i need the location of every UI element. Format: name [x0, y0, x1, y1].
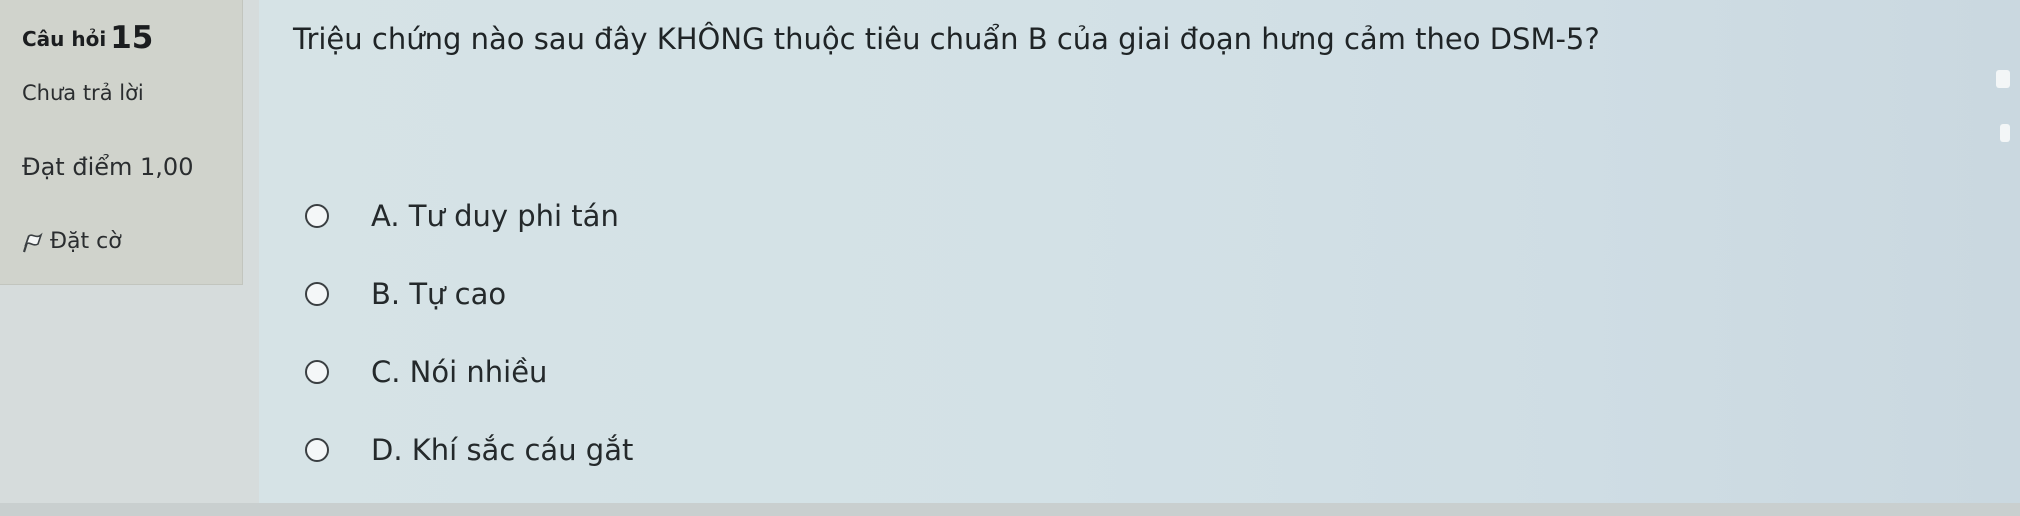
question-content: Triệu chứng nào sau đây KHÔNG thuộc tiêu…	[243, 0, 2020, 516]
option-label-c: C. Nói nhiều	[371, 355, 548, 389]
answer-status: Chưa trả lời	[22, 81, 144, 105]
answer-option-a[interactable]: A. Tư duy phi tán	[305, 196, 633, 236]
question-number-label: Câu hỏi 15	[22, 20, 153, 56]
option-label-a: A. Tư duy phi tán	[371, 199, 619, 233]
question-box: Triệu chứng nào sau đây KHÔNG thuộc tiêu…	[259, 0, 2020, 503]
question-info-panel: Câu hỏi 15 Chưa trả lời Đạt điểm 1,00 Đặt…	[0, 0, 243, 285]
answer-options: A. Tư duy phi tán B. Tự cao C. Nói nhiều…	[305, 196, 633, 508]
radio-d[interactable]	[305, 438, 329, 462]
flag-label: Đặt cờ	[50, 229, 122, 254]
answer-option-b[interactable]: B. Tự cao	[305, 274, 633, 314]
flag-question-button[interactable]: Đặt cờ	[20, 229, 122, 254]
option-label-d: D. Khí sắc cáu gắt	[371, 433, 634, 467]
question-text: Triệu chứng nào sau đây KHÔNG thuộc tiêu…	[293, 22, 1600, 56]
radio-a[interactable]	[305, 204, 329, 228]
question-prefix: Câu hỏi	[22, 27, 107, 51]
bottom-strip	[0, 503, 2020, 516]
radio-b[interactable]	[305, 282, 329, 306]
edge-mark-top	[1996, 70, 2010, 88]
answer-option-d[interactable]: D. Khí sắc cáu gắt	[305, 430, 633, 470]
edge-mark-bottom	[2000, 124, 2010, 142]
question-score: Đạt điểm 1,00	[22, 153, 194, 181]
option-label-b: B. Tự cao	[371, 277, 507, 311]
answer-option-c[interactable]: C. Nói nhiều	[305, 352, 633, 392]
question-number: 15	[110, 20, 154, 56]
radio-c[interactable]	[305, 360, 329, 384]
flag-icon	[22, 232, 43, 252]
